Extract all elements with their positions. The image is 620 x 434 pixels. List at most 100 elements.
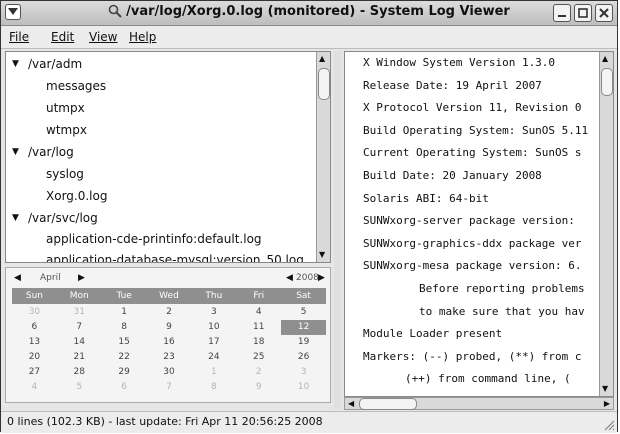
calendar-day[interactable]: 24 [191,350,236,365]
calendar-day[interactable]: 11 [236,320,281,335]
calendar-day[interactable]: 10 [281,380,326,395]
log-text-view[interactable]: X Window System Version 1.3.0 Release Dat… [344,51,614,397]
next-month-icon[interactable]: ▶ [78,273,85,283]
calendar-day[interactable]: 9 [236,380,281,395]
scroll-up-icon[interactable]: ▲ [602,54,608,64]
calendar-day[interactable]: 10 [191,320,236,335]
minimize-icon[interactable] [553,4,571,22]
calendar-month: April [40,273,61,283]
calendar-day[interactable]: 27 [12,365,57,380]
calendar-day[interactable]: 12 [281,320,326,335]
pane-divider[interactable] [334,51,342,409]
calendar-grid: 30 31 1 2 3 4 5 6 7 8 9 10 11 12 13 14 15 16 17 18 19 20 21 22 2… [12,305,326,395]
calendar-day[interactable]: 5 [281,305,326,320]
calendar-day[interactable]: 20 [12,350,57,365]
scroll-down-icon[interactable]: ▼ [602,384,608,394]
status-text: 0 lines (102.3 KB) - last update: Fri Ap… [7,415,323,428]
day-name: Fri [253,291,265,301]
calendar-day-names: Sun Mon Tue Wed Thu Fri Sat [12,288,326,304]
calendar-day[interactable]: 31 [57,305,102,320]
calendar-day[interactable]: 23 [147,350,192,365]
tree-group-label: /var/adm [28,57,83,71]
menu-bar: File Edit View Help [1,26,617,49]
maximize-icon[interactable] [574,4,592,22]
calendar-day[interactable]: 22 [102,350,147,365]
next-year-icon[interactable]: ▶ [318,273,325,283]
calendar-day[interactable]: 5 [57,380,102,395]
calendar-day[interactable]: 16 [147,335,192,350]
tree-group-label: /var/svc/log [28,211,98,225]
window-title: /var/log/Xorg.0.log (monitored) - System… [126,4,510,19]
tree-item-label: application-cde-printinfo:default.log [46,232,262,246]
calendar-day[interactable]: 9 [147,320,192,335]
log-line: (++) from command line, ( [405,372,571,386]
day-name: Thu [205,291,223,301]
scrollbar-thumb[interactable] [359,398,417,410]
menu-view-label: View [89,30,118,44]
menu-help[interactable]: Help [129,30,156,44]
scrollbar-thumb[interactable] [601,68,613,96]
calendar-day[interactable]: 19 [281,335,326,350]
tree-group-label: /var/log [28,145,74,159]
calendar-day[interactable]: 29 [102,365,147,380]
scroll-down-icon[interactable]: ▼ [319,250,325,260]
calendar-day[interactable]: 8 [102,320,147,335]
scrollbar-thumb[interactable] [318,68,330,100]
calendar-day[interactable]: 2 [147,305,192,320]
calendar-day[interactable]: 6 [102,380,147,395]
log-horizontal-scrollbar[interactable]: ◀ ▶ [344,397,614,410]
calendar-day[interactable]: 26 [281,350,326,365]
calendar-day[interactable]: 3 [191,305,236,320]
calendar-day[interactable]: 25 [236,350,281,365]
calendar-day[interactable]: 2 [236,365,281,380]
expander-icon[interactable]: ▼ [12,54,19,74]
tree-vertical-scrollbar[interactable]: ▲ ▼ [316,52,330,262]
calendar-day[interactable]: 15 [102,335,147,350]
expander-icon[interactable]: ▼ [12,142,19,162]
calendar-day[interactable]: 1 [191,365,236,380]
calendar: ◀ April ▶ ◀ 2008 ▶ Sun Mon Tue Wed Thu F… [5,267,331,403]
prev-year-icon[interactable]: ◀ [286,273,293,283]
title-bar[interactable]: /var/log/Xorg.0.log (monitored) - System… [1,1,617,26]
log-line: Markers: (--) probed, (**) from c [363,349,582,363]
scroll-right-icon[interactable]: ▶ [604,398,610,409]
calendar-day[interactable]: 4 [12,380,57,395]
scroll-left-icon[interactable]: ◀ [348,398,354,409]
log-line: to make sure that you hav [419,304,585,318]
tree-item-label: syslog [46,167,84,181]
calendar-day[interactable]: 13 [12,335,57,350]
prev-month-icon[interactable]: ◀ [14,273,21,283]
calendar-day[interactable]: 21 [57,350,102,365]
menu-help-label: Help [129,30,157,44]
calendar-day[interactable]: 8 [191,380,236,395]
scroll-up-icon[interactable]: ▲ [319,54,325,64]
calendar-day[interactable]: 18 [236,335,281,350]
calendar-day[interactable]: 1 [102,305,147,320]
menu-edit[interactable]: Edit [51,30,74,44]
log-vertical-scrollbar[interactable]: ▲ ▼ [599,52,613,396]
calendar-day[interactable]: 14 [57,335,102,350]
close-icon[interactable] [595,4,613,22]
log-line: Solaris ABI: 64-bit [363,191,489,205]
day-name: Sun [25,291,43,301]
expander-icon[interactable]: ▼ [12,208,19,228]
menu-file[interactable]: File [9,30,29,44]
calendar-day[interactable]: 7 [147,380,192,395]
calendar-day[interactable]: 3 [281,365,326,380]
calendar-day[interactable]: 4 [236,305,281,320]
day-name: Wed [159,291,179,301]
magnifier-icon [108,4,122,22]
tree-item-label: messages [46,79,107,93]
log-viewer-window: /var/log/Xorg.0.log (monitored) - System… [0,0,618,433]
log-line: Release Date: 19 April 2007 [363,78,542,92]
calendar-day[interactable]: 17 [191,335,236,350]
calendar-day[interactable]: 30 [12,305,57,320]
log-line: Module Loader present [363,327,503,341]
calendar-day[interactable]: 7 [57,320,102,335]
calendar-day[interactable]: 28 [57,365,102,380]
resize-grip-icon[interactable] [603,419,615,431]
menu-view[interactable]: View [89,30,117,44]
calendar-day[interactable]: 6 [12,320,57,335]
log-line: Build Operating System: SunOS 5.11 [363,123,589,137]
calendar-day[interactable]: 30 [147,365,192,380]
